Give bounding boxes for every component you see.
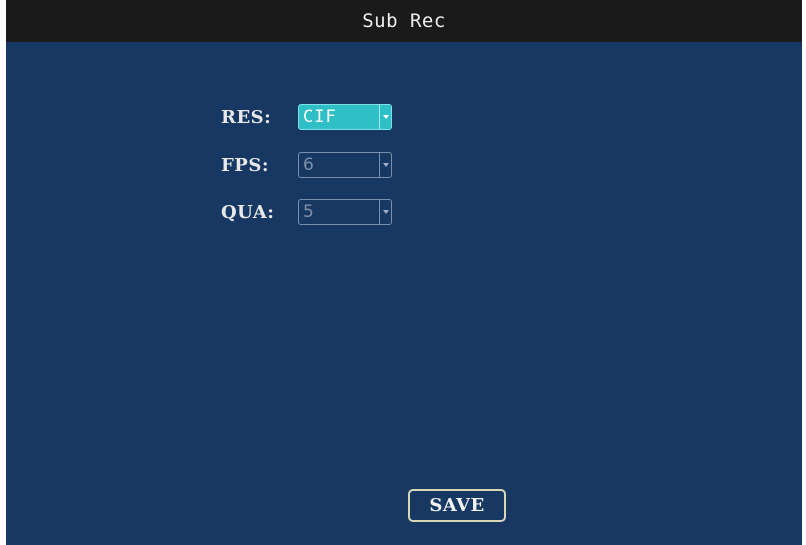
chevron-down-icon: [379, 105, 391, 129]
fps-value: 6: [303, 155, 314, 175]
qua-value: 5: [303, 202, 314, 222]
fps-select[interactable]: 6: [298, 152, 392, 178]
save-button[interactable]: SAVE: [408, 489, 506, 522]
res-value: CIF: [303, 107, 337, 127]
qua-select[interactable]: 5: [298, 199, 392, 225]
chevron-down-icon: [379, 153, 391, 177]
sub-rec-screen: Sub Rec RES: CIF FPS: 6 QUA: 5 SAVE: [6, 0, 802, 545]
res-select[interactable]: CIF: [298, 104, 392, 130]
qua-label: QUA:: [221, 202, 275, 223]
chevron-down-icon: [379, 200, 391, 224]
res-label: RES:: [221, 107, 272, 128]
fps-label: FPS:: [221, 155, 269, 176]
page-title: Sub Rec: [6, 0, 802, 42]
